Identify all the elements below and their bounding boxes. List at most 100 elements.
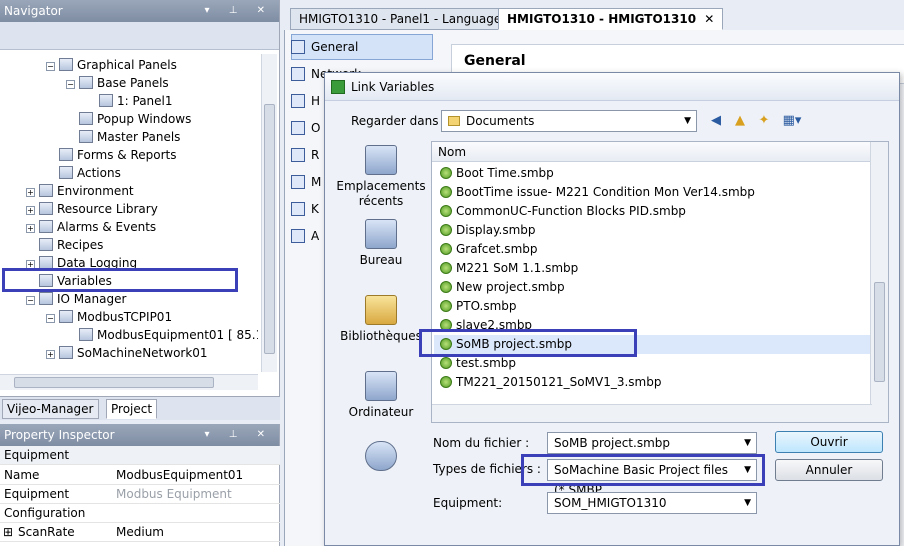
property-header: Equipment [0, 446, 280, 465]
panel-controls[interactable]: ▾ ⊥ ✕ [205, 0, 273, 22]
side-item[interactable]: K [291, 196, 319, 222]
tree-item[interactable]: + Resource Library [26, 200, 158, 218]
new-folder-icon[interactable]: ✦ [755, 112, 773, 130]
filename-combo[interactable]: SoMB project.smbp ▼ [547, 432, 757, 454]
tab-panel1-language1[interactable]: HMIGTO1310 - Panel1 - Language1 [290, 8, 518, 30]
tab-hmigto1310[interactable]: HMIGTO1310 - HMIGTO1310 ✕ [498, 8, 724, 30]
tree-item-label: Resource Library [57, 202, 158, 216]
tree-line-icon [66, 330, 75, 339]
link-variables-icon [331, 80, 345, 94]
file-row[interactable]: CommonUC-Function Blocks PID.smbp [434, 202, 870, 221]
file-name: Display.smbp [456, 223, 536, 237]
tree-toggle-icon[interactable]: + [26, 224, 35, 233]
tree-item-label: Master Panels [97, 130, 181, 144]
chevron-down-icon: ▼ [744, 498, 751, 508]
side-item[interactable]: O [291, 115, 320, 141]
tree-item[interactable]: + Alarms & Events [26, 218, 156, 236]
side-item[interactable]: R [291, 142, 319, 168]
expand-plus-icon[interactable]: ⊞ [3, 523, 13, 542]
file-list-vscrollbar[interactable] [870, 142, 888, 422]
tree-item[interactable]: ModbusEquipment01 [ 85.17 [66, 326, 258, 344]
file-row[interactable]: Grafcet.smbp [434, 240, 870, 259]
side-item[interactable]: General [291, 34, 358, 60]
property-row-name[interactable]: Name ModbusEquipment01 [0, 466, 280, 485]
place-libraries[interactable]: Bibliothèques [335, 295, 427, 344]
file-name: CommonUC-Function Blocks PID.smbp [456, 204, 686, 218]
side-item[interactable]: H [291, 88, 320, 114]
tree-item[interactable]: + Environment [26, 182, 134, 200]
property-row-scanrate[interactable]: ScanRate ⊞ Medium [0, 523, 280, 542]
navigator-panel: Navigator ▾ ⊥ ✕ − Graphical Panels − Base P… [0, 0, 280, 420]
tree-item-label: SoMachineNetwork01 [77, 346, 208, 360]
tree-toggle-icon[interactable]: − [46, 314, 55, 323]
tree-toggle-icon[interactable]: − [66, 80, 75, 89]
tree-item[interactable]: Popup Windows [66, 110, 191, 128]
file-row[interactable]: PTO.smbp [434, 297, 870, 316]
smbp-file-icon [440, 300, 452, 312]
settings-category-icon [291, 67, 305, 81]
panel-controls[interactable]: ▾ ⊥ ✕ [205, 424, 273, 446]
tree-item[interactable]: Recipes [26, 236, 103, 254]
place-desktop[interactable]: Bureau [335, 219, 427, 268]
tree-item[interactable]: Master Panels [66, 128, 180, 146]
look-in-combo[interactable]: Documents ▼ [441, 110, 697, 132]
place-computer[interactable]: Ordinateur [335, 371, 427, 420]
settings-category-icon [291, 148, 305, 162]
tree-item[interactable]: − Base Panels [66, 74, 169, 92]
tree-line-icon [66, 132, 75, 141]
close-icon[interactable]: ✕ [704, 12, 714, 26]
tree-toggle-icon[interactable]: − [46, 62, 55, 71]
file-row[interactable]: New project.smbp [434, 278, 870, 297]
view-menu-icon[interactable]: ▦▾ [779, 112, 805, 130]
place-recent[interactable]: Emplacements récents [335, 145, 427, 209]
up-folder-icon[interactable]: ▲ [731, 112, 749, 130]
tree-item[interactable]: Forms & Reports [46, 146, 177, 164]
tree-toggle-icon[interactable]: + [46, 350, 55, 359]
property-row-configuration[interactable]: Configuration [0, 504, 280, 523]
property-inspector-titlebar: Property Inspector ▾ ⊥ ✕ [0, 424, 279, 446]
tree-line-icon [46, 150, 55, 159]
side-item[interactable]: M [291, 169, 321, 195]
file-row[interactable]: BootTime issue- M221 Condition Mon Ver14… [434, 183, 870, 202]
tab-project[interactable]: Project [106, 399, 158, 419]
column-header-name[interactable]: Nom [432, 142, 872, 162]
tree-node-icon [39, 220, 53, 233]
tree-node-icon [39, 292, 53, 305]
file-row[interactable]: Display.smbp [434, 221, 870, 240]
tree-line-icon [26, 240, 35, 249]
file-list-hscrollbar[interactable] [432, 404, 872, 422]
tree-item[interactable]: 1: Panel1 [86, 92, 173, 110]
tree-node-icon [79, 130, 93, 143]
property-row-equipment[interactable]: Equipment Modbus Equipment [0, 485, 280, 504]
back-icon[interactable]: ◀ [707, 112, 725, 130]
tree-item[interactable]: + SoMachineNetwork01 [46, 344, 208, 362]
tree-toggle-icon[interactable]: + [26, 188, 35, 197]
tree-node-icon [79, 112, 93, 125]
tree-item-label: Alarms & Events [57, 220, 157, 234]
tree-toggle-icon[interactable]: − [26, 296, 35, 305]
tab-vijeo-manager[interactable]: Vijeo-Manager [2, 399, 99, 419]
tree-item[interactable]: − ModbusTCPIP01 [46, 308, 172, 326]
tree-item[interactable]: − Graphical Panels [46, 56, 177, 74]
side-item[interactable]: A [291, 223, 319, 249]
place-network[interactable] [335, 441, 427, 475]
property-inspector-title: Property Inspector [4, 428, 115, 442]
section-title: General [464, 53, 526, 69]
navigator-vscrollbar[interactable] [261, 54, 277, 372]
file-row[interactable]: TM221_20150121_SoMV1_3.smbp [434, 373, 870, 392]
file-row[interactable]: M221 SoM 1.1.smbp [434, 259, 870, 278]
file-row[interactable]: Boot Time.smbp [434, 164, 870, 183]
tree-toggle-icon[interactable]: + [26, 206, 35, 215]
tree-node-icon [39, 202, 53, 215]
tree-item[interactable]: Actions [46, 164, 121, 182]
settings-category-icon [291, 229, 305, 243]
tree-item[interactable]: − IO Manager [26, 290, 126, 308]
cancel-button[interactable]: Annuler [775, 459, 883, 481]
smbp-file-icon [440, 186, 452, 198]
chevron-down-icon: ▼ [684, 116, 691, 126]
side-item-label: H [311, 94, 321, 108]
file-name: Boot Time.smbp [456, 166, 554, 180]
equipment-combo[interactable]: SOM_HMIGTO1310 ▼ [547, 492, 757, 514]
navigator-hscrollbar[interactable] [0, 374, 258, 390]
open-button[interactable]: Ouvrir [775, 431, 883, 453]
